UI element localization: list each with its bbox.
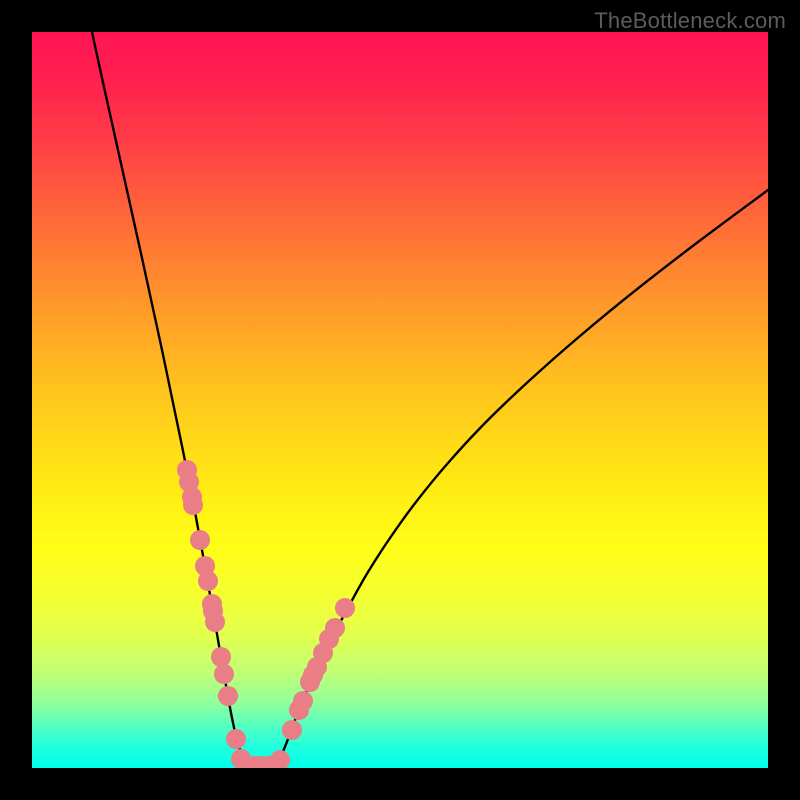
data-point (190, 530, 210, 550)
data-point (214, 664, 234, 684)
dot-layer (177, 460, 355, 768)
data-point (270, 750, 290, 768)
data-point (293, 691, 313, 711)
data-point (325, 618, 345, 638)
chart-frame: TheBottleneck.com (0, 0, 800, 800)
data-point (198, 571, 218, 591)
chart-plot-area (32, 32, 768, 768)
data-point (211, 647, 231, 667)
curve-layer (92, 32, 768, 768)
data-point (226, 729, 246, 749)
data-point (218, 686, 238, 706)
data-point (335, 598, 355, 618)
series-right-curve (276, 190, 768, 768)
data-point (183, 495, 203, 515)
watermark-text: TheBottleneck.com (594, 8, 786, 34)
chart-svg (32, 32, 768, 768)
data-point (282, 720, 302, 740)
data-point (205, 612, 225, 632)
